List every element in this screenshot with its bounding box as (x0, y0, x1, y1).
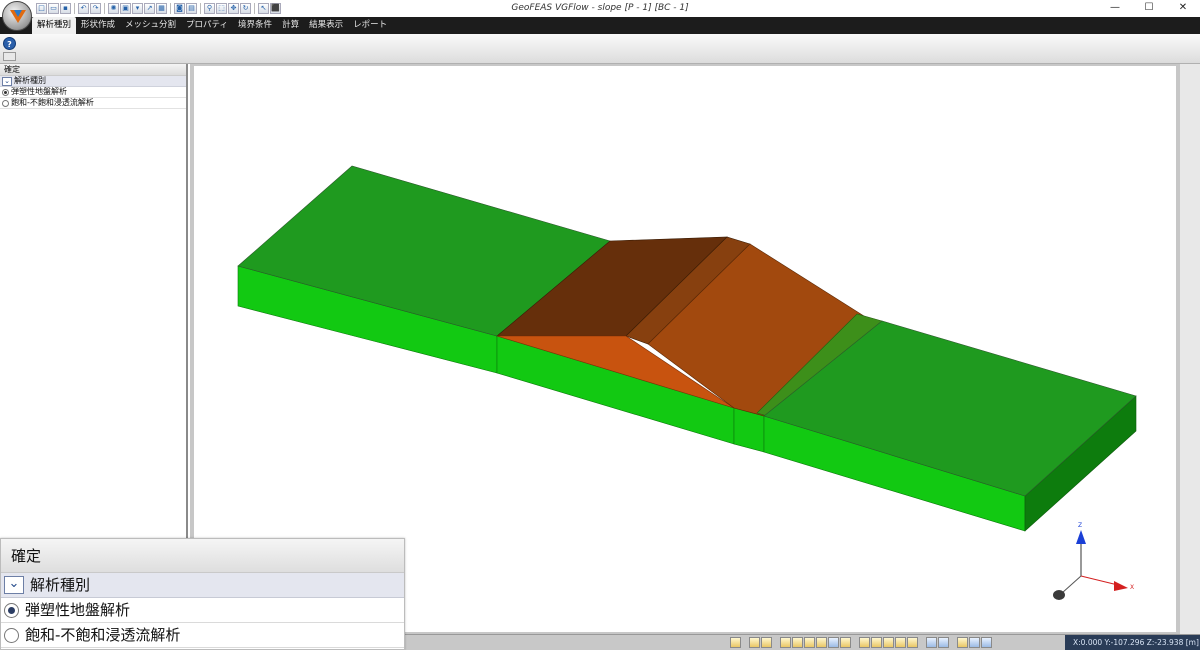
select-body-icon[interactable] (895, 637, 906, 648)
display-mode-icon[interactable] (926, 637, 937, 648)
x-axis-label: X (1130, 584, 1134, 591)
axis-triad: Z X (1053, 522, 1134, 600)
window-icon[interactable] (969, 637, 980, 648)
application-menu-button[interactable] (2, 1, 32, 31)
zoom-radio-seepage[interactable] (4, 627, 19, 643)
window-controls: — ☐ ✕ (1098, 0, 1200, 17)
display-options-icon[interactable] (938, 637, 949, 648)
analysis-type-group-label: 解析種別 (14, 76, 46, 85)
tab-boundary-conditions[interactable]: 境界条件 (233, 17, 277, 34)
option-elastoplastic-label: 弾塑性地盤解析 (11, 87, 67, 96)
draw-arc-icon[interactable] (816, 637, 827, 648)
layer-icon[interactable] (957, 637, 968, 648)
title-bar: □ ▭ ▪ ↶ ↷ ✺ ▣ ▾ ↗ ▦ ◙ ▤ ⚲ ⬚ ✥ ↻ ↖ ⬛ GeoF… (0, 0, 1200, 17)
x-axis-arrow-icon (1114, 581, 1128, 591)
ribbon-tabs: 解析種別 形状作成 メッシュ分割 プロパティ 境界条件 計算 結果表示 レポート (32, 17, 392, 34)
tab-mesh-division[interactable]: メッシュ分割 (120, 17, 181, 34)
option-elastoplastic-analysis[interactable]: 弾塑性地盤解析 (0, 87, 186, 98)
tab-calculation[interactable]: 計算 (277, 17, 304, 34)
help-icon[interactable]: ? (3, 37, 16, 50)
tab-property[interactable]: プロパティ (181, 17, 233, 34)
chevron-double-down-icon[interactable]: ⌄ (2, 76, 12, 86)
viewport-scrollbar[interactable] (1180, 64, 1200, 634)
status-bar: X:0.000 Y:-107.296 Z:-23.938 [m] (400, 634, 1200, 650)
monitor-icon[interactable] (981, 637, 992, 648)
option-seepage-analysis[interactable]: 飽和-不飽和浸透流解析 (0, 98, 186, 109)
ribbon-panel: ? (0, 34, 1200, 64)
select-all-icon[interactable] (907, 637, 918, 648)
analysis-type-group-header[interactable]: ⌄ 解析種別 (0, 76, 186, 87)
snap-point-icon[interactable] (749, 637, 760, 648)
zoom-radio-elastoplastic[interactable] (4, 602, 19, 618)
select-edge-icon[interactable] (871, 637, 882, 648)
select-face-icon[interactable] (883, 637, 894, 648)
tab-report[interactable]: レポート (348, 17, 392, 34)
minimize-button[interactable]: — (1098, 0, 1132, 17)
snap-grid-icon[interactable] (730, 637, 741, 648)
zoom-chevron-double-down-icon[interactable]: ⌄ (4, 576, 24, 594)
close-button[interactable]: ✕ (1166, 0, 1200, 17)
option-seepage-label: 飽和-不飽和浸透流解析 (11, 98, 94, 107)
draw-line-icon[interactable] (792, 637, 803, 648)
coordinate-readout: X:0.000 Y:-107.296 Z:-23.938 [m] (1065, 635, 1200, 650)
y-axis-cone-icon (1053, 590, 1065, 600)
confirm-button[interactable]: 確定 (0, 64, 186, 76)
window-title: GeoFEAS VGFlow - slope [P - 1] [BC - 1] (511, 3, 689, 13)
zoom-option-seepage-label: 飽和-不飽和浸透流解析 (25, 626, 181, 644)
draw-polyline-icon[interactable] (804, 637, 815, 648)
tab-shape-creation[interactable]: 形状作成 (76, 17, 120, 34)
zoom-option-seepage-analysis[interactable]: 飽和-不飽和浸透流解析 (1, 623, 404, 648)
tab-result-display[interactable]: 結果表示 (304, 17, 348, 34)
zoom-analysis-type-group-header[interactable]: ⌄ 解析種別 (1, 573, 404, 598)
zoom-confirm-button[interactable]: 確定 (1, 539, 404, 573)
z-axis-label: Z (1078, 522, 1082, 529)
maximize-button[interactable]: ☐ (1132, 0, 1166, 17)
ribbon-tab-bar: 解析種別 形状作成 メッシュ分割 プロパティ 境界条件 計算 結果表示 レポート (0, 17, 1200, 34)
radio-seepage[interactable] (2, 99, 9, 107)
panel-zoom-callout: 確定 ⌄ 解析種別 弾塑性地盤解析 飽和-不飽和浸透流解析 (0, 538, 405, 650)
radio-elastoplastic[interactable] (2, 88, 9, 96)
select-node-icon[interactable] (859, 637, 870, 648)
app-logo-accent-icon (14, 10, 22, 17)
zoom-option-elastoplastic-analysis[interactable]: 弾塑性地盤解析 (1, 598, 404, 623)
zoom-analysis-type-group-label: 解析種別 (30, 576, 91, 594)
tab-analysis-type[interactable]: 解析種別 (32, 17, 77, 34)
ribbon-minimize-icon[interactable] (3, 52, 16, 61)
draw-solid-icon[interactable] (840, 637, 851, 648)
snap-end-icon[interactable] (761, 637, 772, 648)
draw-surface-icon[interactable] (828, 637, 839, 648)
zoom-option-elastoplastic-label: 弾塑性地盤解析 (25, 601, 131, 619)
z-axis-arrow-icon (1076, 530, 1086, 544)
status-toolbar (730, 637, 992, 648)
draw-point-icon[interactable] (780, 637, 791, 648)
